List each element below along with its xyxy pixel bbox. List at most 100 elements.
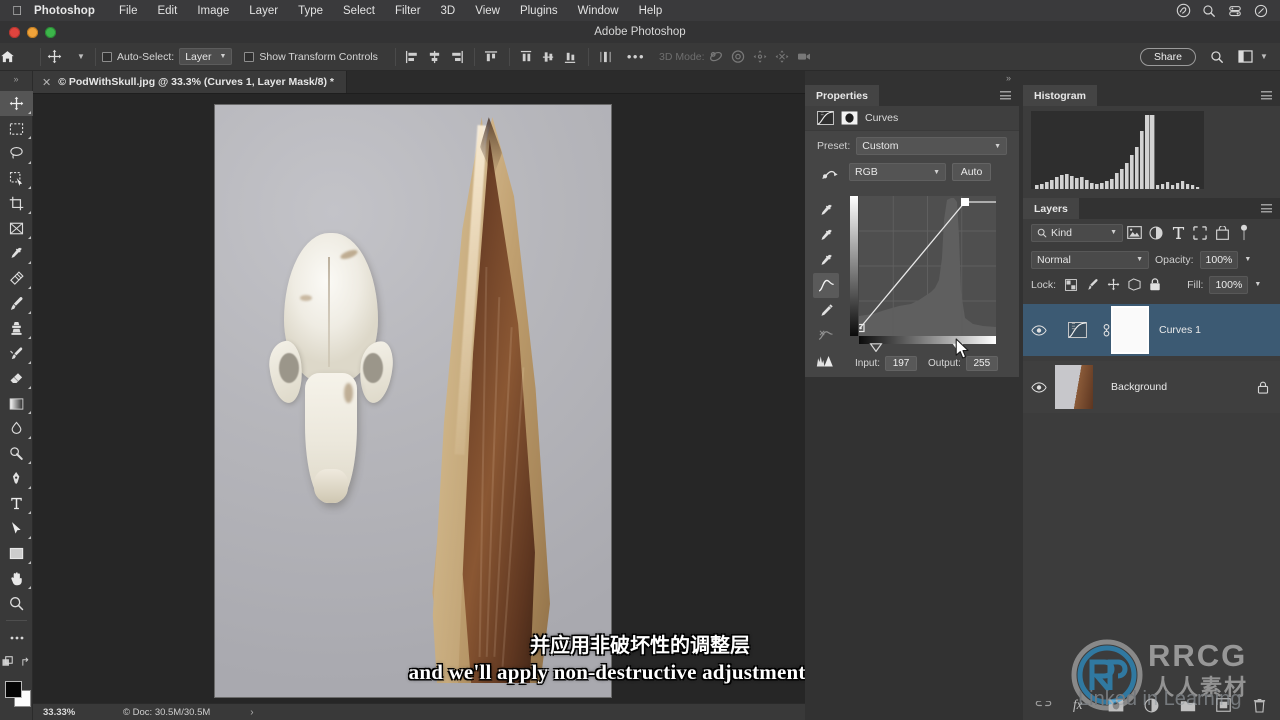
lock-image-pixels-icon[interactable]: [1083, 276, 1101, 294]
opacity-field[interactable]: 100%: [1199, 250, 1239, 269]
preset-select[interactable]: Custom ▼: [856, 137, 1007, 155]
control-center-icon[interactable]: [1228, 4, 1254, 18]
document-tab[interactable]: ✕ © PodWithSkull.jpg @ 33.3% (Curves 1, …: [33, 71, 348, 93]
menu-file[interactable]: File: [109, 5, 148, 17]
workspace-icon[interactable]: [1234, 47, 1256, 67]
input-value-field[interactable]: 197: [885, 356, 918, 371]
zoom-level[interactable]: 33.33%: [33, 707, 99, 718]
search-icon[interactable]: [1206, 47, 1228, 67]
menu-type[interactable]: Type: [288, 5, 333, 17]
clone-stamp-tool[interactable]: [0, 316, 33, 341]
doc-size-info[interactable]: © Doc: 30.5M/30.5M: [99, 707, 210, 718]
layer-mask-icon[interactable]: [841, 111, 858, 125]
eye-icon[interactable]: [1023, 381, 1055, 393]
spot-healing-brush-tool[interactable]: [0, 266, 33, 291]
dodge-tool[interactable]: [0, 441, 33, 466]
menu-layer[interactable]: Layer: [239, 5, 288, 17]
eyedropper-tool[interactable]: [0, 241, 33, 266]
tab-properties[interactable]: Properties: [805, 85, 879, 106]
canvas-area[interactable]: [33, 94, 805, 703]
auto-select-target-select[interactable]: Layer ▼: [179, 48, 233, 65]
align-left-edges-icon[interactable]: [402, 47, 424, 67]
gradient-tool[interactable]: [0, 391, 33, 416]
tab-histogram[interactable]: Histogram: [1023, 85, 1097, 106]
creative-cloud-icon[interactable]: [1176, 3, 1202, 18]
menu-image[interactable]: Image: [187, 5, 239, 17]
table-row[interactable]: Background: [1023, 361, 1280, 413]
home-icon[interactable]: [0, 50, 34, 64]
histogram-display-options-icon[interactable]: [813, 348, 839, 373]
blur-tool[interactable]: [0, 416, 33, 441]
close-button[interactable]: [9, 26, 20, 38]
filter-type-layers-icon[interactable]: [1167, 223, 1189, 243]
blend-mode-select[interactable]: Normal ▼: [1031, 250, 1149, 269]
history-brush-tool[interactable]: [0, 341, 33, 366]
zoom-tool[interactable]: [0, 591, 33, 616]
menu-window[interactable]: Window: [568, 5, 629, 17]
auto-select-checkbox[interactable]: [102, 51, 112, 62]
channel-select[interactable]: RGB ▼: [849, 163, 946, 181]
pan-3d-icon[interactable]: [749, 47, 771, 67]
document-image[interactable]: [215, 105, 611, 697]
pencil-draw-curve-icon[interactable]: [813, 298, 839, 323]
link-layers-icon[interactable]: [1035, 696, 1053, 714]
lock-artboard-nesting-icon[interactable]: [1125, 276, 1143, 294]
color-swatches[interactable]: [0, 678, 33, 712]
filter-shape-layers-icon[interactable]: [1189, 223, 1211, 243]
dock-collapse-icon[interactable]: »: [1006, 73, 1011, 83]
distribute-bottom-edges-icon[interactable]: [560, 47, 582, 67]
opacity-chevron-down-icon[interactable]: ▼: [1244, 256, 1251, 263]
fill-field[interactable]: 100%: [1209, 275, 1249, 294]
distribute-spacing-icon[interactable]: [595, 47, 617, 67]
set-white-point-eyedropper-icon[interactable]: [813, 248, 839, 273]
menu-view[interactable]: View: [465, 5, 510, 17]
background-image-thumb[interactable]: [1055, 365, 1093, 409]
menu-filter[interactable]: Filter: [385, 5, 431, 17]
lock-position-icon[interactable]: [1104, 276, 1122, 294]
crop-tool[interactable]: [0, 191, 33, 216]
apple-logo-icon[interactable]: : [0, 3, 34, 18]
close-icon[interactable]: ✕: [42, 76, 51, 89]
panel-menu-icon[interactable]: [1000, 91, 1011, 100]
minimize-button[interactable]: [27, 26, 38, 38]
rotate-3d-icon[interactable]: [705, 47, 727, 67]
spotlight-search-icon[interactable]: [1202, 4, 1228, 18]
curves-graph[interactable]: [850, 196, 996, 352]
rectangular-marquee-tool[interactable]: [0, 116, 33, 141]
align-right-edges-icon[interactable]: [446, 47, 468, 67]
lock-transparent-pixels-icon[interactable]: [1062, 276, 1080, 294]
tab-layers[interactable]: Layers: [1023, 198, 1079, 219]
set-gray-point-eyedropper-icon[interactable]: [813, 223, 839, 248]
tool-preset-chevron-down-icon[interactable]: ▼: [73, 52, 89, 61]
black-point-slider[interactable]: [868, 343, 884, 352]
path-selection-tool[interactable]: [0, 516, 33, 541]
lock-all-icon[interactable]: [1146, 276, 1164, 294]
smooth-curve-icon[interactable]: [813, 323, 839, 348]
align-horizontal-centers-icon[interactable]: [424, 47, 446, 67]
roll-3d-icon[interactable]: [727, 47, 749, 67]
horizontal-type-tool[interactable]: [0, 491, 33, 516]
auto-button[interactable]: Auto: [952, 163, 991, 181]
fill-chevron-down-icon[interactable]: ▼: [1254, 281, 1261, 288]
status-chevron-right-icon[interactable]: ›: [250, 707, 253, 718]
eye-icon[interactable]: [1023, 324, 1055, 336]
workspace-chevron-down-icon[interactable]: ▼: [1256, 52, 1272, 61]
curves-adjustment-thumb[interactable]: [1055, 308, 1099, 352]
pen-tool[interactable]: [0, 466, 33, 491]
panel-menu-icon[interactable]: [1261, 204, 1272, 213]
object-selection-tool[interactable]: [0, 166, 33, 191]
filter-toggle-icon[interactable]: [1233, 223, 1255, 243]
menu-edit[interactable]: Edit: [147, 5, 187, 17]
menu-3d[interactable]: 3D: [431, 5, 466, 17]
menu-select[interactable]: Select: [333, 5, 385, 17]
move-tool[interactable]: [0, 91, 33, 116]
rectangle-tool[interactable]: [0, 541, 33, 566]
curve-grid[interactable]: [859, 196, 996, 336]
frame-tool[interactable]: [0, 216, 33, 241]
zoom-button[interactable]: [45, 26, 56, 38]
menu-help[interactable]: Help: [629, 5, 673, 17]
filter-smart-objects-icon[interactable]: [1211, 223, 1233, 243]
show-transform-checkbox[interactable]: [244, 51, 255, 62]
more-options-button[interactable]: •••: [617, 49, 655, 64]
filter-kind-select[interactable]: Kind ▼: [1031, 223, 1123, 242]
